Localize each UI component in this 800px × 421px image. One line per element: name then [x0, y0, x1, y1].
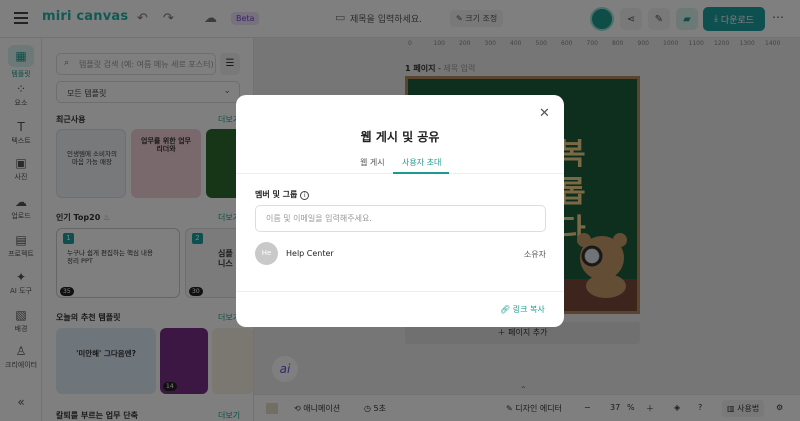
tab-web-publish[interactable]: 웹 게시: [360, 157, 385, 168]
modal-tabs: 웹 게시 사용자 초대: [236, 153, 564, 174]
close-icon[interactable]: ✕: [539, 106, 550, 121]
active-tab-indicator: [393, 172, 449, 174]
copy-link-label: 링크 복사: [512, 305, 545, 314]
tab-invite-user[interactable]: 사용자 초대: [402, 157, 441, 168]
member-label-text: 멤버 및 그룹: [255, 190, 298, 199]
modal-title: 웹 게시 및 공유: [360, 130, 440, 144]
member-input[interactable]: [255, 205, 546, 232]
member-label: 멤버 및 그룹 i: [255, 189, 310, 200]
avatar: He: [255, 242, 278, 265]
user-role: 소유자: [523, 250, 546, 259]
modal-divider: [236, 291, 564, 292]
copy-link-button[interactable]: 🔗︎ 링크 복사: [500, 304, 545, 315]
user-name: Help Center: [286, 249, 334, 258]
link-icon: 🔗︎: [500, 305, 513, 314]
info-icon[interactable]: i: [300, 191, 310, 200]
share-modal: ✕ 웹 게시 및 공유 웹 게시 사용자 초대 멤버 및 그룹i He Help…: [236, 95, 564, 327]
user-row: He Help Center 소유자: [255, 242, 546, 266]
